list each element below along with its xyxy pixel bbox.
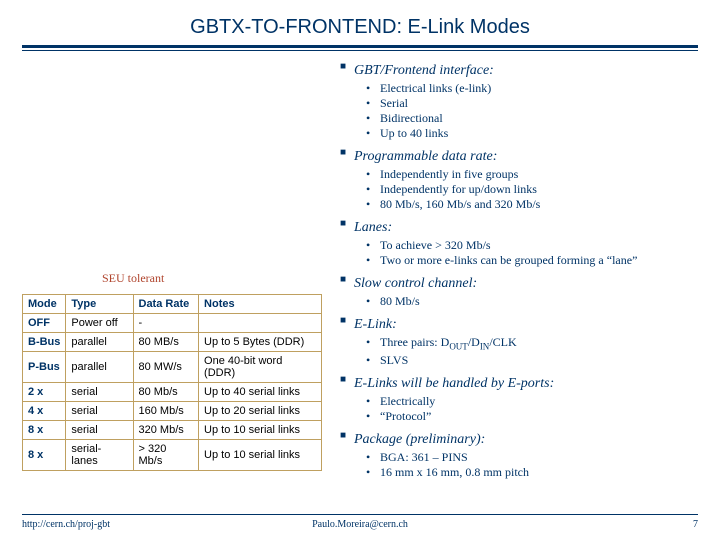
table-cell: Up to 5 Bytes (DDR): [199, 333, 322, 352]
table-row: 2 xserial80 Mb/sUp to 40 serial links: [23, 383, 322, 402]
section-items: Three pairs: DOUT/DIN/CLKSLVS: [366, 335, 698, 368]
list-item: Bidirectional: [366, 111, 698, 126]
table-cell: Up to 40 serial links: [199, 383, 322, 402]
table-cell: 80 MB/s: [133, 333, 199, 352]
table-cell: serial-lanes: [66, 440, 133, 471]
table-cell: Up to 10 serial links: [199, 440, 322, 471]
table-row: 8 xserial320 Mb/sUp to 10 serial links: [23, 421, 322, 440]
table-cell: 160 Mb/s: [133, 402, 199, 421]
list-item: Two or more e-links can be grouped formi…: [366, 253, 698, 268]
table-row-head: OFF: [23, 314, 66, 333]
list-item: Three pairs: DOUT/DIN/CLK: [366, 335, 698, 353]
table-header: Notes: [199, 295, 322, 314]
footer-page-number: 7: [693, 519, 698, 530]
section-title: Package (preliminary):: [354, 432, 485, 447]
section: ■E-Link: Three pairs: DOUT/DIN/CLKSLVS: [340, 315, 698, 368]
section-items: To achieve > 320 Mb/sTwo or more e-links…: [366, 238, 698, 268]
footer-url: http://cern.ch/proj-gbt: [22, 519, 110, 530]
section: ■GBT/Frontend interface: Electrical links…: [340, 61, 698, 141]
table-row: 4 xserial160 Mb/sUp to 20 serial links: [23, 402, 322, 421]
title-rule-thin: [22, 50, 698, 51]
table-row-head: B-Bus: [23, 333, 66, 352]
table-cell: > 320 Mb/s: [133, 440, 199, 471]
footer: http://cern.ch/proj-gbt Paulo.Moreira@ce…: [22, 514, 698, 530]
list-item: Electrically: [366, 394, 698, 409]
bullet-square-icon: ■: [340, 315, 354, 326]
table-cell: -: [133, 314, 199, 333]
table-cell: 80 MW/s: [133, 352, 199, 383]
section-title: E-Links will be handled by E-ports:: [354, 376, 554, 391]
section-items: 80 Mb/s: [366, 294, 698, 309]
table-header: Type: [66, 295, 133, 314]
title-rule-thick: [22, 45, 698, 48]
table-row: P-Busparallel80 MW/sOne 40-bit word (DDR…: [23, 352, 322, 383]
table-row: 8 xserial-lanes> 320 Mb/sUp to 10 serial…: [23, 440, 322, 471]
bullet-square-icon: ■: [340, 374, 354, 385]
section-items: Electrically“Protocol”: [366, 394, 698, 424]
section-items: Electrical links (e-link)SerialBidirecti…: [366, 81, 698, 141]
bullet-sections: ■GBT/Frontend interface:Electrical links…: [340, 61, 698, 480]
list-item: Serial: [366, 96, 698, 111]
section-title: E-Link:: [354, 317, 397, 332]
section: ■Programmable data rate: Independently in…: [340, 147, 698, 212]
section: ■Slow control channel: 80 Mb/s: [340, 274, 698, 309]
list-item: Independently in five groups: [366, 167, 698, 182]
section-title: Programmable data rate:: [354, 149, 497, 164]
section: ■Package (preliminary): BGA: 361 – PINS16…: [340, 430, 698, 480]
table-cell: 80 Mb/s: [133, 383, 199, 402]
section-items: Independently in five groupsIndependentl…: [366, 167, 698, 212]
table-cell: Power off: [66, 314, 133, 333]
table-header: Mode: [23, 295, 66, 314]
table-row: OFFPower off-: [23, 314, 322, 333]
section: ■E-Links will be handled by E-ports: Elec…: [340, 374, 698, 424]
table-row-head: 8 x: [23, 421, 66, 440]
list-item: 16 mm x 16 mm, 0.8 mm pitch: [366, 465, 698, 480]
section-title: GBT/Frontend interface:: [354, 63, 494, 78]
table-row-head: 2 x: [23, 383, 66, 402]
bullet-square-icon: ■: [340, 430, 354, 441]
list-item: BGA: 361 – PINS: [366, 450, 698, 465]
table-row-head: 8 x: [23, 440, 66, 471]
table-cell: 320 Mb/s: [133, 421, 199, 440]
list-item: Independently for up/down links: [366, 182, 698, 197]
table-cell: parallel: [66, 352, 133, 383]
bullet-square-icon: ■: [340, 147, 354, 158]
section-title: Lanes:: [354, 220, 392, 235]
footer-author: Paulo.Moreira@cern.ch: [22, 519, 698, 530]
seu-tolerant-label: SEU tolerant: [102, 271, 332, 286]
list-item: Up to 40 links: [366, 126, 698, 141]
list-item: “Protocol”: [366, 409, 698, 424]
table-row: B-Busparallel80 MB/sUp to 5 Bytes (DDR): [23, 333, 322, 352]
list-item: 80 Mb/s, 160 Mb/s and 320 Mb/s: [366, 197, 698, 212]
section-title: Slow control channel:: [354, 276, 477, 291]
table-cell: serial: [66, 383, 133, 402]
table-cell: Up to 10 serial links: [199, 421, 322, 440]
page-title: GBTX-TO-FRONTEND: E-Link Modes: [22, 16, 698, 39]
section: ■Lanes: To achieve > 320 Mb/sTwo or more …: [340, 218, 698, 268]
list-item: 80 Mb/s: [366, 294, 698, 309]
bullet-square-icon: ■: [340, 218, 354, 229]
table-cell: serial: [66, 402, 133, 421]
table-cell: One 40-bit word (DDR): [199, 352, 322, 383]
bullet-square-icon: ■: [340, 274, 354, 285]
modes-table: ModeTypeData RateNotes OFFPower off-B-Bu…: [22, 294, 322, 471]
table-cell: [199, 314, 322, 333]
table-cell: serial: [66, 421, 133, 440]
list-item: SLVS: [366, 353, 698, 368]
table-header: Data Rate: [133, 295, 199, 314]
table-cell: parallel: [66, 333, 133, 352]
bullet-square-icon: ■: [340, 61, 354, 72]
section-items: BGA: 361 – PINS16 mm x 16 mm, 0.8 mm pit…: [366, 450, 698, 480]
list-item: To achieve > 320 Mb/s: [366, 238, 698, 253]
table-row-head: 4 x: [23, 402, 66, 421]
table-row-head: P-Bus: [23, 352, 66, 383]
list-item: Electrical links (e-link): [366, 81, 698, 96]
table-cell: Up to 20 serial links: [199, 402, 322, 421]
